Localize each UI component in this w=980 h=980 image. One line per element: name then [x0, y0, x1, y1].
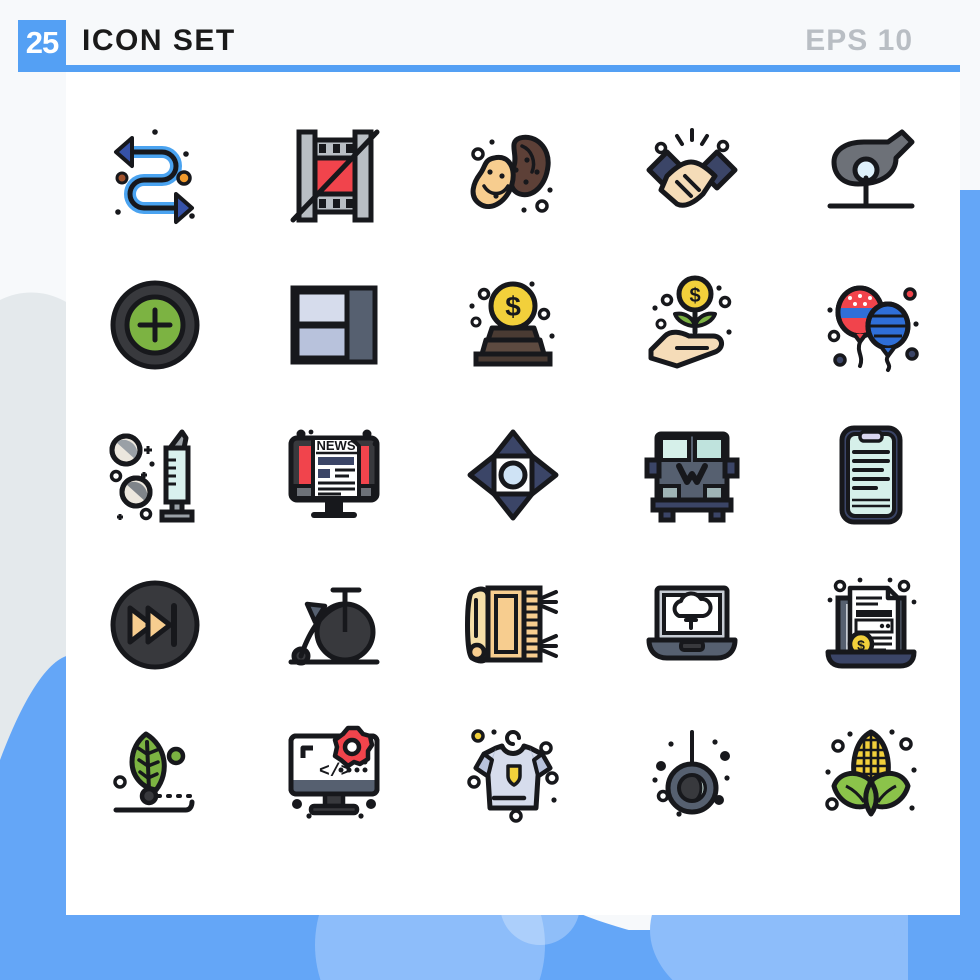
arrow-left-head	[114, 136, 135, 168]
icon-cell-yoyo[interactable]	[602, 700, 781, 850]
icon-count-badge: 25	[18, 20, 66, 65]
header-rule	[18, 65, 960, 72]
icon-cell-golf-club[interactable]	[781, 100, 960, 250]
icon-cell-penny-farthing-bike[interactable]	[245, 550, 424, 700]
icon-cell-crop-film-disabled[interactable]	[245, 100, 424, 250]
icon-cell-handshake[interactable]	[602, 100, 781, 250]
icon-cell-bus-front[interactable]	[602, 400, 781, 550]
arrow-right-head	[174, 192, 195, 224]
icon-cell-code-settings-monitor[interactable]: </>	[245, 700, 424, 850]
icon-cell-route-arrows[interactable]	[66, 100, 245, 250]
icon-cell-patriotic-balloons[interactable]	[781, 250, 960, 400]
icon-cell-online-news-monitor[interactable]: NEWS	[245, 400, 424, 550]
icon-cell-money-trophy[interactable]: $	[424, 250, 603, 400]
icon-cell-beans[interactable]	[424, 100, 603, 250]
icon-cell-syringe-pills[interactable]	[66, 400, 245, 550]
icon-cell-layout-grid[interactable]	[245, 250, 424, 400]
icon-cell-fast-forward[interactable]	[66, 550, 245, 700]
icon-cell-mobile-document[interactable]	[781, 400, 960, 550]
page-title: ICON SET	[82, 24, 236, 57]
format-label: EPS 10	[805, 24, 913, 57]
news-headline-text: NEWS	[317, 438, 356, 453]
icon-cell-corn[interactable]	[781, 700, 960, 850]
sheet-header: 25 ICON SET EPS 10	[0, 0, 980, 72]
icon-cell-move-arrows[interactable]	[424, 400, 603, 550]
icon-cell-tshirt[interactable]: ?	[424, 700, 603, 850]
icon-cell-money-plant-hand[interactable]: $	[602, 250, 781, 400]
icon-grid: $ $ NEWS $ </>	[66, 100, 960, 890]
svg-text:$: $	[689, 285, 700, 307]
svg-text:$: $	[505, 291, 521, 322]
icon-cell-add-circle[interactable]	[66, 250, 245, 400]
icon-cell-carpet-roll[interactable]	[424, 550, 603, 700]
icon-cell-leaf-sprout[interactable]	[66, 700, 245, 850]
icon-cell-laptop-invoice[interactable]: $	[781, 550, 960, 700]
icon-cell-laptop-cloud[interactable]	[602, 550, 781, 700]
